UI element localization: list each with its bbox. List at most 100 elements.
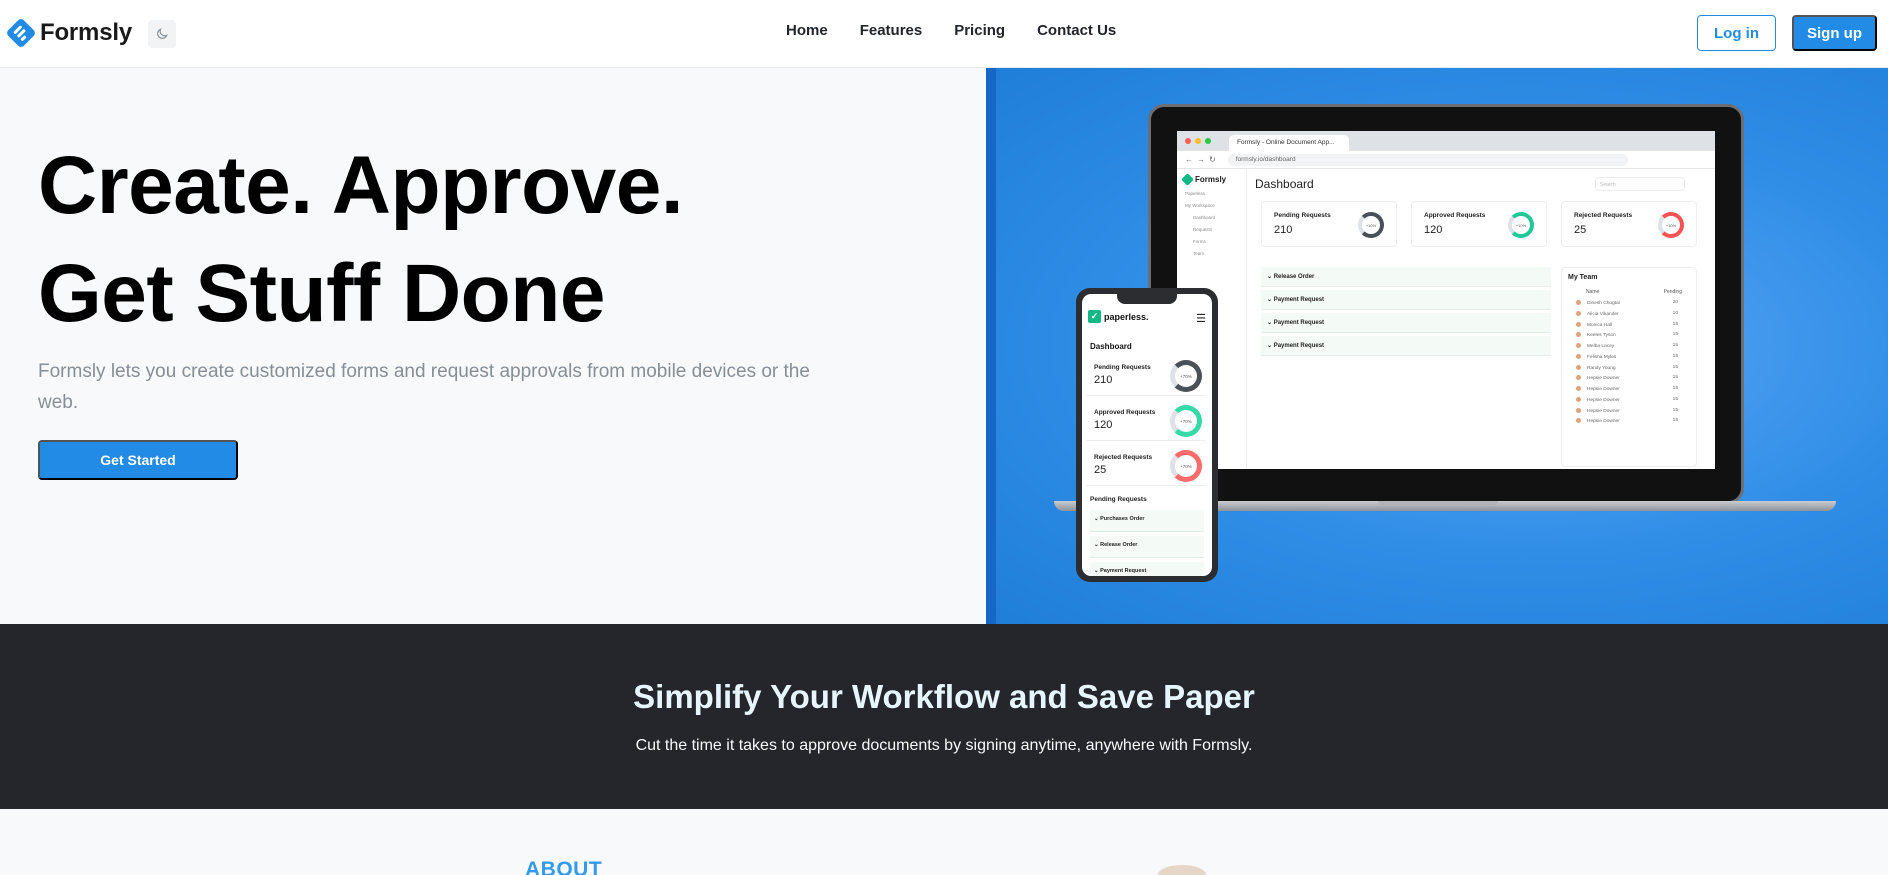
- get-started-button[interactable]: Get Started: [38, 440, 238, 480]
- phone-request-item: ⌄ Release Order: [1090, 536, 1204, 558]
- request-accordion-item: ⌄ Payment Request: [1261, 336, 1551, 356]
- sidebar-item: Forms: [1193, 239, 1206, 244]
- request-label: Payment Request: [1273, 343, 1325, 349]
- team-row: Keeles Tyson 15: [1568, 332, 1690, 338]
- nav-link-contact[interactable]: Contact Us: [1037, 22, 1116, 39]
- hero-section: Create. Approve. Get Stuff Done Formsly …: [0, 68, 986, 624]
- about-illustration: [1158, 865, 1206, 875]
- avatar: [1576, 332, 1581, 338]
- dashboard-app: Formsly Paperless My Workspace Dashboard…: [1177, 169, 1715, 469]
- signup-button[interactable]: Sign up: [1792, 15, 1877, 51]
- avatar: [1576, 407, 1581, 413]
- avatar: [1576, 375, 1581, 381]
- login-button[interactable]: Log in: [1697, 15, 1776, 51]
- my-team-card: My Team Name Pending Dinesh Chugtai 20 Al…: [1561, 267, 1697, 467]
- request-label: Release Order: [1100, 542, 1138, 548]
- stat-label: Rejected Requests: [1094, 454, 1153, 461]
- team-header: Name Pending: [1568, 289, 1690, 295]
- url-bar: ←→↻ formsly.io/dashboard: [1177, 151, 1715, 169]
- value-prop-banner: Simplify Your Workflow and Save Paper Cu…: [0, 624, 1888, 809]
- hero-title-line-2: Get Stuff Done: [38, 248, 605, 339]
- avatar: [1576, 396, 1581, 402]
- sidebar-item: Requests: [1193, 227, 1213, 232]
- team-row: Randy Young 15: [1568, 364, 1690, 371]
- team-member-name: Randy Young: [1587, 365, 1616, 371]
- stat-value: 120: [1094, 419, 1113, 431]
- team-member-name: Hepsie Downer: [1587, 397, 1620, 403]
- navbar: Formsly Home Features Pricing Contact Us…: [0, 0, 1888, 68]
- request-label: Payment Request: [1273, 297, 1325, 303]
- hero-description: Formsly lets you create customized forms…: [38, 361, 810, 413]
- team-member-pending: 15: [1672, 407, 1678, 413]
- app-main: Dashboard Search Pending Requests 210 +1…: [1255, 169, 1715, 469]
- app-brand-name: Formsly: [1195, 175, 1227, 184]
- team-row: Dinesh Chugtai 20: [1568, 300, 1690, 306]
- request-label: Payment Request: [1100, 568, 1147, 574]
- laptop-screen: Formsly - Online Document App... ←→↻ for…: [1177, 131, 1715, 469]
- avatar: [1576, 418, 1581, 424]
- moon-icon: [157, 28, 168, 39]
- team-row: Monica Hall 15: [1568, 321, 1690, 327]
- stat-ring: +70%: [1170, 450, 1202, 482]
- team-row: Hepsie Downer 15: [1568, 407, 1690, 414]
- browser-nav-icons: ←→↻: [1185, 155, 1220, 164]
- team-member-pending: 15: [1672, 364, 1678, 370]
- team-member-name: Hepsie Downer: [1587, 386, 1620, 392]
- phone-pending-title: Pending Requests: [1090, 496, 1147, 503]
- stat-label: Pending Requests: [1094, 364, 1151, 371]
- sidebar-item: Dashboard: [1193, 215, 1216, 220]
- stat-card-rejected: Rejected Requests 25 +10%: [1561, 201, 1697, 247]
- team-member-pending: 15: [1672, 375, 1678, 381]
- request-accordion-item: ⌄ Payment Request: [1261, 290, 1551, 310]
- team-row: Hepsie Downer 15: [1568, 396, 1690, 403]
- team-member-pending: 15: [1672, 321, 1678, 327]
- team-member-pending: 15: [1672, 343, 1678, 349]
- team-row: Hepsie Downer 15: [1568, 418, 1690, 424]
- laptop-notch: [1378, 501, 1498, 506]
- minimize-dot-icon: [1195, 138, 1201, 144]
- team-member-name: Keeles Tyson: [1587, 333, 1616, 339]
- stat-ring: +70%: [1170, 405, 1202, 437]
- avatar: [1576, 300, 1581, 305]
- theme-toggle-button[interactable]: [148, 20, 176, 48]
- team-row: Hepsie Downer 15: [1568, 375, 1690, 381]
- phone-mockup: ✓ paperless. ☰ Dashboard Pending Requests…: [1076, 288, 1218, 582]
- team-member-name: Dinesh Chugtai: [1587, 300, 1620, 306]
- stat-label: Pending Requests: [1274, 212, 1331, 219]
- stat-label: Approved Requests: [1094, 409, 1156, 416]
- browser-tab-bar: Formsly - Online Document App...: [1177, 131, 1715, 151]
- team-title: My Team: [1568, 274, 1598, 281]
- hero-title: Create. Approve. Get Stuff Done: [38, 132, 684, 348]
- phone-stat-card-pending: Pending Requests 210 +70%: [1086, 356, 1206, 396]
- sidebar-item: My Workspace: [1185, 203, 1215, 208]
- team-member-pending: 15: [1672, 386, 1678, 392]
- check-icon: ✓: [1088, 310, 1101, 323]
- about-label: ABOUT: [525, 858, 603, 875]
- nav-link-home[interactable]: Home: [786, 22, 828, 39]
- phone-stat-card-rejected: Rejected Requests 25 +70%: [1086, 446, 1206, 486]
- brand-logo-link[interactable]: Formsly: [6, 16, 132, 50]
- banner-title: Simplify Your Workflow and Save Paper: [633, 678, 1255, 715]
- app-sidebar-brand: Formsly: [1181, 173, 1240, 186]
- avatar: [1576, 353, 1581, 359]
- avatar: [1576, 364, 1581, 370]
- hero-title-line-1: Create. Approve.: [38, 140, 684, 231]
- dashboard-search: Search: [1595, 177, 1685, 191]
- nav-link-features[interactable]: Features: [860, 22, 923, 39]
- request-label: Purchases Order: [1100, 516, 1145, 522]
- team-row: Felisha Myles 15: [1568, 353, 1690, 360]
- stat-ring: +10%: [1508, 212, 1534, 238]
- sidebar-item: Team: [1193, 251, 1205, 256]
- avatar: [1576, 321, 1581, 327]
- about-section: ABOUT: [0, 809, 1888, 875]
- maximize-dot-icon: [1205, 138, 1211, 144]
- hero-image-panel: Formsly - Online Document App... ←→↻ for…: [986, 68, 1888, 624]
- avatar: [1576, 386, 1581, 392]
- stat-label: Approved Requests: [1424, 212, 1486, 219]
- phone-page-title: Dashboard: [1090, 342, 1132, 351]
- phone-notch: [1117, 294, 1177, 304]
- nav-link-pricing[interactable]: Pricing: [954, 22, 1005, 39]
- team-member-pending: 15: [1672, 418, 1678, 424]
- team-member-name: Hepsie Downer: [1587, 408, 1620, 414]
- avatar: [1576, 343, 1581, 349]
